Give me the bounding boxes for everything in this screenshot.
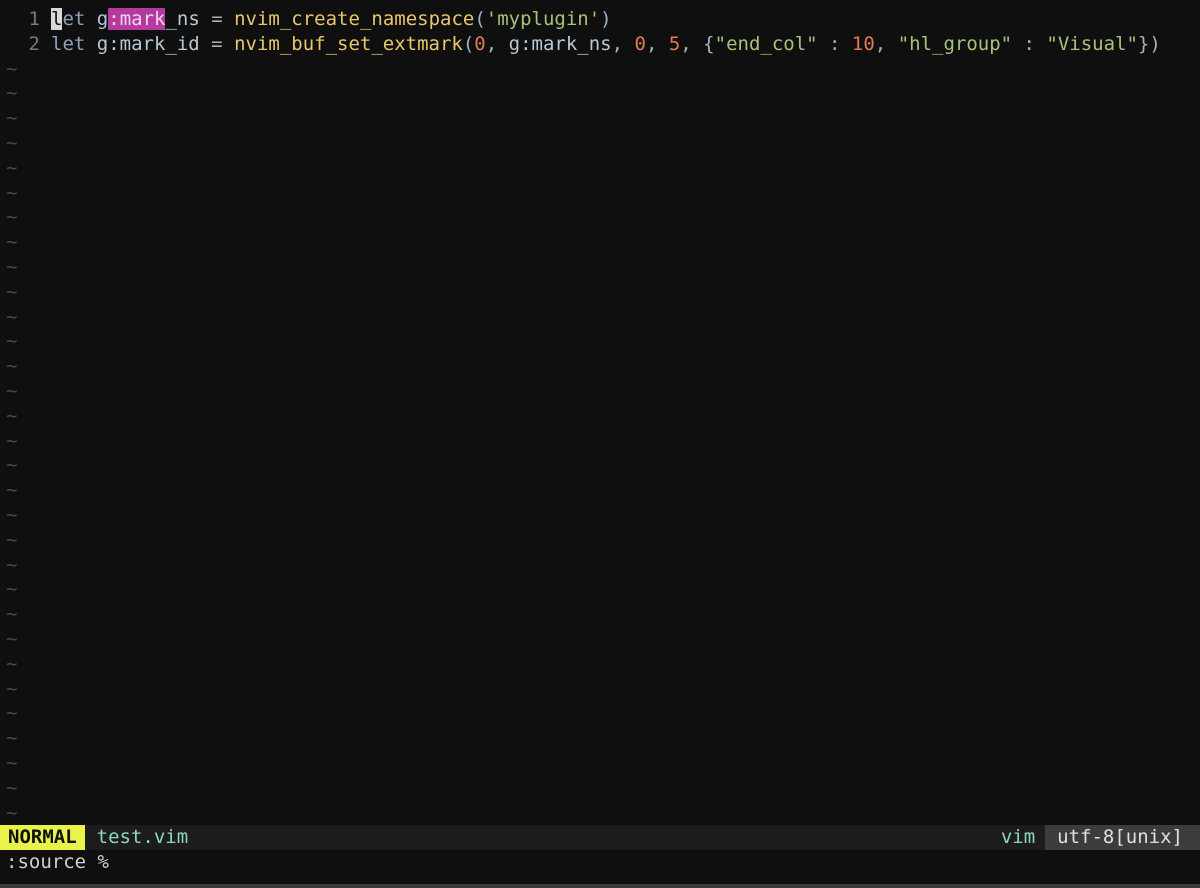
empty-line-marker: ~ (6, 727, 18, 750)
line-number: 2 (28, 32, 40, 55)
empty-line-marker: ~ (6, 379, 18, 402)
editor-buffer[interactable]: 1 let g:mark_ns = nvim_create_namespace('… (0, 7, 1200, 825)
code-token: _ns (165, 8, 200, 30)
empty-line-marker: ~ (6, 479, 18, 502)
line-code: let g:mark_ns = nvim_create_namespace('m… (51, 8, 612, 30)
empty-line-marker: ~ (6, 107, 18, 130)
window-bottom-border (0, 884, 1200, 888)
empty-line-marker: ~ (6, 503, 18, 526)
code-token: , (611, 32, 635, 55)
empty-line-marker: ~ (6, 280, 18, 303)
empty-line-marker: ~ (6, 131, 18, 154)
line-code: let g:mark_id = nvim_buf_set_extmark(0, … (51, 33, 1161, 55)
statusline: NORMAL test.vim vim utf-8[unix] (0, 825, 1200, 850)
code-token: = (199, 8, 235, 30)
code-token: ) (600, 8, 612, 30)
empty-line-marker: ~ (6, 578, 18, 601)
empty-line-marker: ~ (6, 776, 18, 799)
empty-line-marker: ~ (6, 429, 18, 452)
code-token: , (645, 32, 669, 55)
buffer-line[interactable]: 1 let g:mark_ns = nvim_create_namespace('… (0, 7, 1200, 32)
code-token: 0 (634, 32, 646, 55)
buffer-line[interactable]: 2 let g:mark_id = nvim_buf_set_extmark(0,… (0, 32, 1200, 57)
empty-line-marker: ~ (6, 627, 18, 650)
empty-line-marker: ~ (6, 206, 18, 229)
empty-line-marker: ~ (6, 156, 18, 179)
empty-line-marker: ~ (6, 677, 18, 700)
code-token: 10 (851, 32, 875, 55)
code-token: : (1012, 32, 1047, 55)
code-token: g:mark_id (96, 32, 200, 55)
empty-line-marker: ~ (6, 231, 18, 254)
cursor: l (51, 8, 63, 30)
code-token: , (874, 32, 898, 55)
empty-line-marker: ~ (6, 801, 18, 824)
code-token: = (199, 32, 235, 55)
empty-line-marker: ~ (6, 702, 18, 725)
empty-line-marker: ~ (6, 553, 18, 576)
code-token: 'myplugin' (485, 8, 601, 30)
code-token: ( (474, 8, 486, 30)
empty-line-marker: ~ (6, 355, 18, 378)
empty-line-marker: ~ (6, 603, 18, 626)
code-token: { (703, 32, 715, 55)
empty-line-marker: ~ (6, 751, 18, 774)
code-token: 5 (668, 32, 681, 55)
extmark-highlight: :mark (108, 8, 166, 30)
code-token: , (680, 32, 704, 55)
code-token: , (485, 32, 509, 55)
code-token: "end_col" (714, 32, 818, 55)
empty-line-marker: ~ (6, 404, 18, 427)
filetype-label: vim (1000, 826, 1036, 848)
code-token: nvim_create_namespace (234, 8, 475, 30)
empty-line-marker: ~ (6, 330, 18, 353)
empty-line-marker: ~ (6, 82, 18, 105)
command-line[interactable]: :source % (0, 850, 1200, 875)
code-token: "Visual" (1046, 32, 1138, 55)
empty-line-marker: ~ (6, 454, 18, 477)
code-token: let (51, 32, 86, 55)
mode-indicator: NORMAL (0, 825, 85, 850)
empty-line-marker: ~ (6, 528, 18, 551)
code-token: g:mark_ns (508, 32, 612, 55)
code-token: 0 (474, 32, 486, 55)
empty-line-marker: ~ (6, 652, 18, 675)
code-token: et (62, 8, 86, 30)
empty-line-marker: ~ (6, 57, 18, 80)
code-token: "hl_group" (897, 32, 1013, 55)
filename-label: test.vim (96, 826, 189, 848)
code-token: : (817, 32, 852, 55)
empty-line-marker: ~ (6, 255, 18, 278)
empty-line-marker: ~ (6, 181, 18, 204)
code-token: ( (462, 32, 475, 55)
encoding-label: utf-8[unix] (1045, 825, 1200, 850)
line-number: 1 (28, 8, 40, 30)
code-token: nvim_buf_set_extmark (234, 32, 463, 55)
code-token: }) (1137, 32, 1161, 55)
empty-line-marker: ~ (6, 305, 18, 328)
code-token: g (96, 8, 109, 30)
